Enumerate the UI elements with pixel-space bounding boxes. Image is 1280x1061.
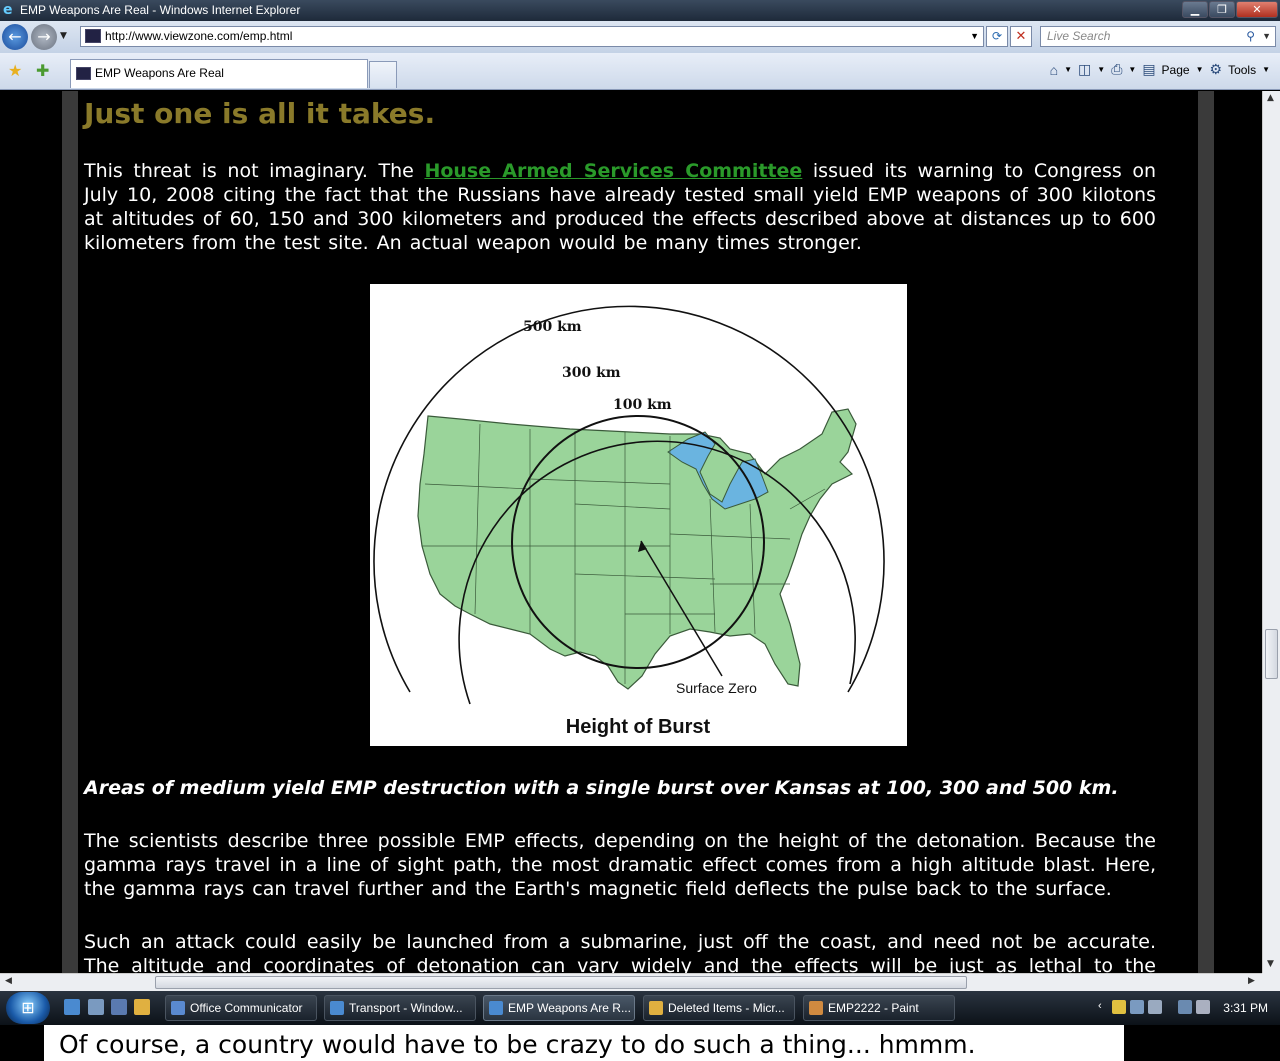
ie-icon [489,1001,503,1015]
favorites-center-icon[interactable]: ★ [8,61,22,80]
search-options-dropdown-icon[interactable]: ▼ [1262,27,1271,46]
tools-menu-label[interactable]: Tools [1228,63,1256,77]
communicator-icon [171,1001,185,1015]
quicklaunch-desktop-icon[interactable] [88,999,104,1015]
address-url: http://www.viewzone.com/emp.html [105,29,293,43]
feeds-dropdown-icon[interactable]: ▼ [1097,65,1105,74]
restore-button[interactable]: ❐ [1209,1,1235,18]
right-border-column [1198,91,1214,973]
house-armed-services-link[interactable]: House Armed Services Committee [424,160,802,182]
vertical-scroll-thumb[interactable] [1265,629,1278,679]
taskbar-label: EMP Weapons Are R... [508,1001,631,1015]
ring-label-500km: 500 km [523,319,582,335]
back-button[interactable]: ← [2,24,28,50]
title-bar: e EMP Weapons Are Real - Windows Interne… [0,0,1280,21]
tray-messenger-icon[interactable] [1112,1000,1126,1014]
horizontal-scrollbar[interactable]: ◀ ▶ [0,973,1262,991]
tab-toolbar: ★ ✚ EMP Weapons Are Real ⌂ ▼ ◫ ▼ ⎙ ▼ ▤ Page… [0,53,1280,90]
page-menu-label[interactable]: Page [1162,63,1190,77]
us-map-land [417,408,857,690]
home-dropdown-icon[interactable]: ▼ [1064,65,1072,74]
ie-logo-icon: e [3,2,13,18]
tray-sync-icon[interactable] [1148,1000,1162,1014]
ring-label-300km: 300 km [562,365,621,381]
page-viewport: Just one is all it takes. This threat is… [0,91,1262,973]
minimize-button[interactable]: ▁ [1182,1,1208,18]
stop-button[interactable]: ✕ [1010,26,1032,47]
tools-dropdown-icon[interactable]: ▼ [1262,65,1270,74]
forward-button[interactable]: → [31,24,57,50]
refresh-button[interactable]: ⟳ [986,26,1008,47]
window-title: EMP Weapons Are Real - Windows Internet … [20,3,301,17]
scroll-up-icon[interactable]: ▲ [1267,93,1274,103]
tray-connection-icon[interactable] [1178,1000,1192,1014]
quicklaunch-switch-icon[interactable] [111,999,127,1015]
new-tab-button[interactable] [369,61,397,88]
windows-taskbar: ⊞ Office Communicator Transport - Window… [0,991,1280,1025]
start-button[interactable]: ⊞ [6,992,50,1024]
horizontal-scroll-thumb[interactable] [155,976,967,989]
home-icon[interactable]: ⌂ [1050,62,1058,78]
left-border-column [62,91,78,973]
taskbar-deleted-items[interactable]: Deleted Items - Micr... [643,995,795,1021]
taskbar-label: Transport - Window... [349,1001,463,1015]
article-heading: Just one is all it takes. [84,97,436,130]
paragraph-threat-intro: This threat is not imaginary. The [84,160,425,182]
volume-icon[interactable] [1196,1000,1210,1014]
command-bar: ⌂ ▼ ◫ ▼ ⎙ ▼ ▤ Page ▼ ⚙ Tools ▼ [1050,61,1270,78]
tab-favicon-icon [76,67,91,80]
paragraph-submarine: Such an attack could easily be launched … [84,931,1156,973]
address-dropdown-icon[interactable]: ▼ [970,27,979,46]
search-input[interactable]: Live Search ⚲ ▼ [1040,26,1276,47]
site-favicon-icon [85,29,101,43]
print-dropdown-icon[interactable]: ▼ [1128,65,1136,74]
outlook-icon [649,1001,663,1015]
quicklaunch-ie-icon[interactable] [64,999,80,1015]
page-icon: ▤ [1142,61,1156,77]
figure-title: Height of Burst [566,716,711,738]
overlay-caption: Of course, a country would have to be cr… [44,1025,1124,1061]
taskbar-transport[interactable]: Transport - Window... [324,995,476,1021]
print-icon[interactable]: ⎙ [1111,61,1122,78]
taskbar-office-communicator[interactable]: Office Communicator [165,995,317,1021]
feeds-icon[interactable]: ◫ [1078,61,1091,78]
page-dropdown-icon[interactable]: ▼ [1196,65,1204,74]
taskbar-label: Office Communicator [190,1001,303,1015]
search-placeholder: Live Search [1047,29,1111,43]
scrollbar-corner [1262,973,1280,991]
figure-caption: Areas of medium yield EMP destruction wi… [84,777,1119,799]
taskbar-paint[interactable]: EMP2222 - Paint [803,995,955,1021]
recent-pages-dropdown[interactable]: ▼ [60,31,67,41]
address-toolbar: ← → ▼ http://www.viewzone.com/emp.html ▼… [0,21,1280,53]
tab-label: EMP Weapons Are Real [95,66,224,80]
taskbar-emp-weapons[interactable]: EMP Weapons Are R... [483,995,635,1021]
scroll-left-icon[interactable]: ◀ [5,976,12,986]
tray-network-icon[interactable] [1130,1000,1144,1014]
tools-gear-icon: ⚙ [1209,61,1223,77]
taskbar-clock[interactable]: 3:31 PM [1223,1001,1268,1015]
system-tray: ‹ 3:31 PM [1098,995,1280,1021]
height-of-burst-figure: 500 km 300 km 100 km Surface Zero Height… [370,284,907,746]
paragraph-threat: This threat is not imaginary. The House … [84,159,1156,255]
paint-icon [809,1001,823,1015]
add-favorites-icon[interactable]: ✚ [36,61,49,80]
vertical-scrollbar[interactable]: ▲ ▼ [1262,91,1280,973]
window-controls: ▁ ❐ ✕ [1182,1,1278,18]
address-input[interactable]: http://www.viewzone.com/emp.html ▼ [80,26,984,47]
taskbar-label: EMP2222 - Paint [828,1001,919,1015]
surface-zero-label: Surface Zero [676,680,757,696]
close-button[interactable]: ✕ [1236,1,1278,18]
ie-icon [330,1001,344,1015]
tab-emp-weapons[interactable]: EMP Weapons Are Real [70,59,368,88]
scroll-down-icon[interactable]: ▼ [1267,959,1274,969]
emp-range-map: 500 km 300 km 100 km Surface Zero Height… [373,305,885,738]
search-icon[interactable]: ⚲ [1246,27,1255,46]
quicklaunch-outlook-icon[interactable] [134,999,150,1015]
paragraph-effects: The scientists describe three possible E… [84,830,1156,900]
taskbar-label: Deleted Items - Micr... [668,1001,785,1015]
scroll-right-icon[interactable]: ▶ [1248,976,1255,986]
bottom-caption-strip: Of course, a country would have to be cr… [0,1025,1280,1061]
tray-expand-icon[interactable]: ‹ [1098,1000,1102,1012]
ring-label-100km: 100 km [613,397,672,413]
